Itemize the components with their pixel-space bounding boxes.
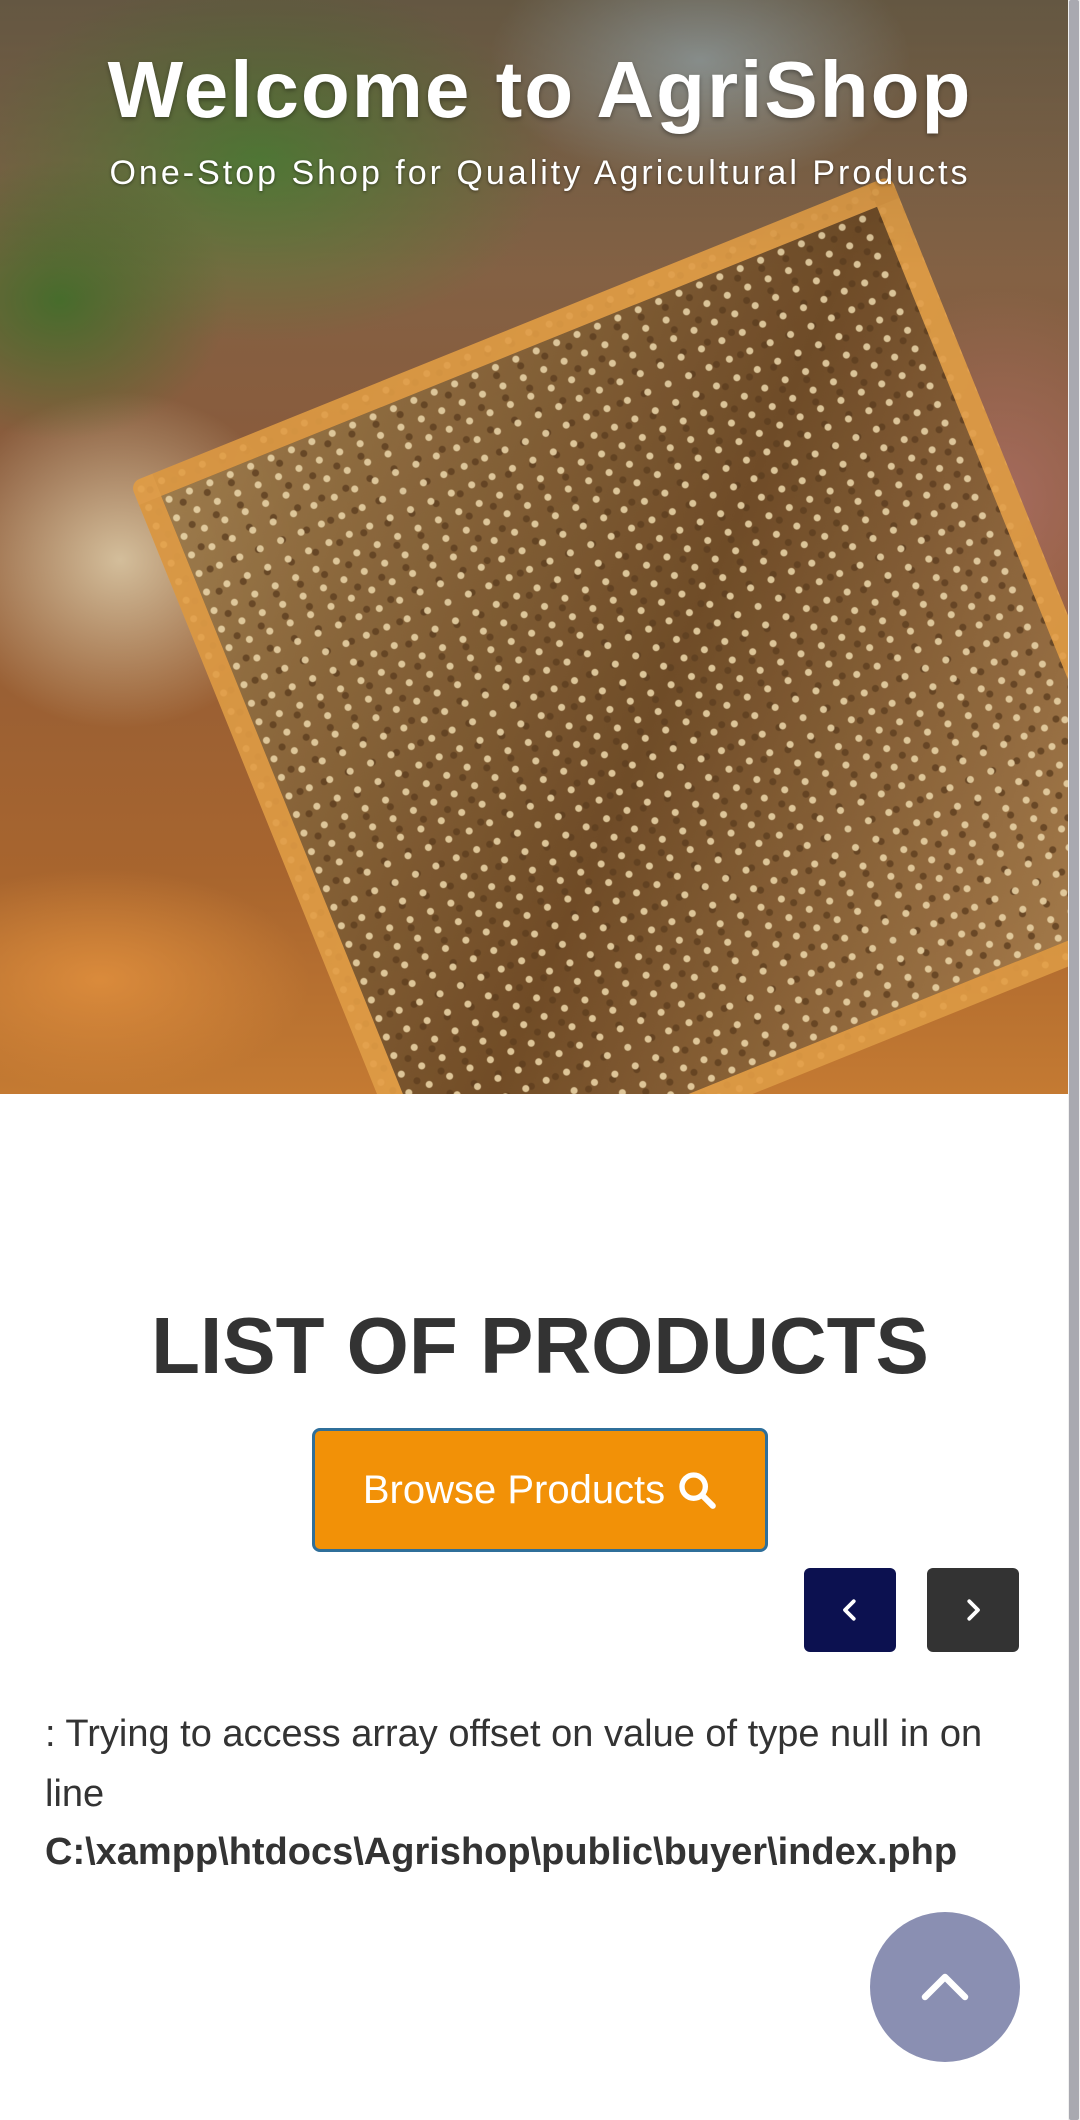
search-icon bbox=[679, 1472, 717, 1509]
scroll-to-top-button[interactable] bbox=[870, 1912, 1020, 2062]
page: Welcome to AgriShop One-Stop Shop for Qu… bbox=[0, 0, 1080, 2120]
carousel-next-button[interactable] bbox=[927, 1568, 1019, 1652]
page-scrollbar[interactable] bbox=[1068, 0, 1080, 2120]
carousel-prev-button[interactable] bbox=[804, 1568, 896, 1652]
hero-title: Welcome to AgriShop bbox=[107, 45, 973, 134]
browse-products-button[interactable]: Browse Products bbox=[312, 1428, 768, 1552]
php-error-message: : Trying to access array offset on value… bbox=[45, 1713, 983, 1815]
php-error-file-path: C:\xampp\htdocs\Agrishop\public\buyer\in… bbox=[45, 1831, 958, 1873]
browse-products-label: Browse Products bbox=[362, 1467, 666, 1512]
chevron-left-icon bbox=[843, 1599, 856, 1621]
chevron-up-icon bbox=[921, 1973, 969, 2001]
products-heading: LIST OF PRODUCTS bbox=[151, 1301, 929, 1390]
chevron-right-icon bbox=[967, 1599, 980, 1621]
hero-subtitle: One-Stop Shop for Quality Agricultural P… bbox=[109, 154, 971, 192]
page-scrollbar-thumb[interactable] bbox=[1069, 0, 1079, 2120]
